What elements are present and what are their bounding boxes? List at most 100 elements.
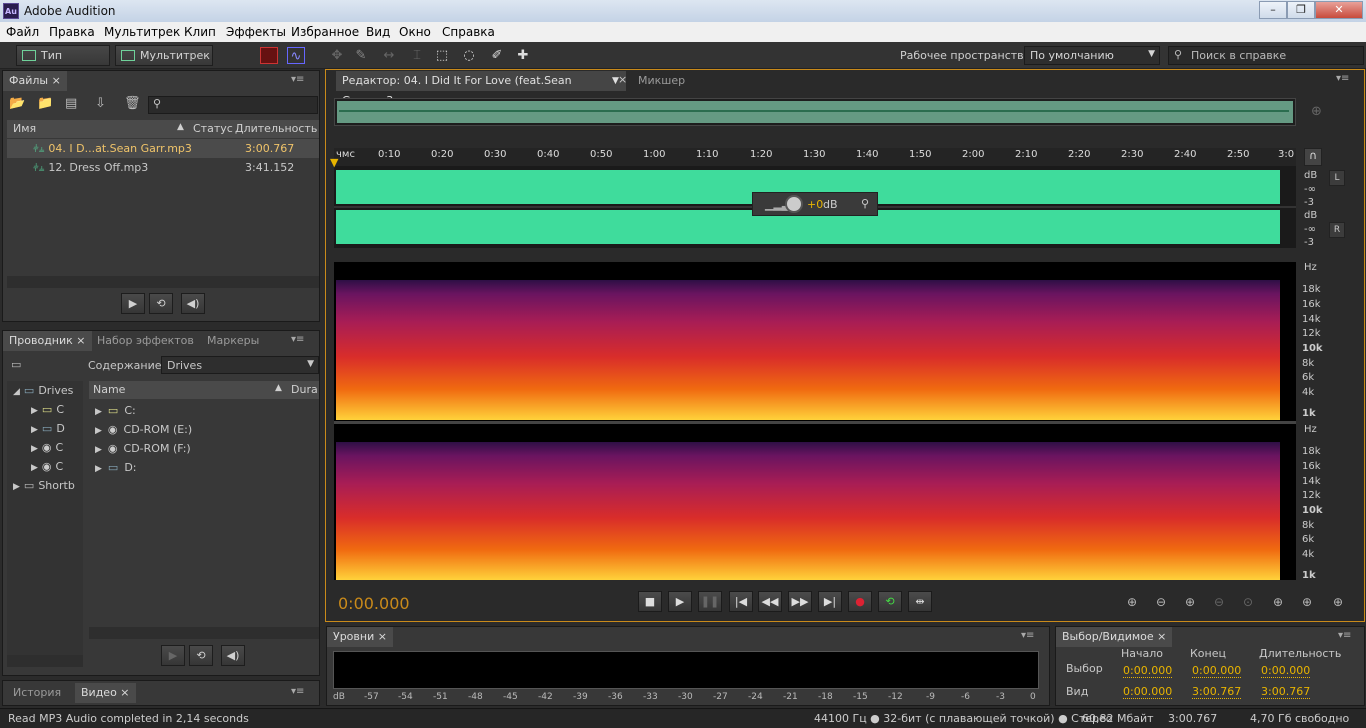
zoom-overview-icon[interactable]: ⊕ bbox=[1311, 104, 1322, 119]
tab-levels[interactable]: Уровни × bbox=[327, 627, 393, 647]
go-to-start-button[interactable]: |◀ bbox=[729, 591, 753, 612]
import-icon[interactable]: 📁 bbox=[37, 96, 53, 111]
play-button[interactable]: ▶ bbox=[668, 591, 692, 612]
menu-help[interactable]: Справка bbox=[442, 25, 495, 39]
panel-menu-icon[interactable]: ▾≡ bbox=[291, 334, 304, 345]
snap-magnet-icon[interactable]: ∩ bbox=[1304, 148, 1322, 166]
open-file-icon[interactable]: 📂 bbox=[9, 96, 25, 111]
help-search-field[interactable]: ⚲ Поиск в справке bbox=[1168, 46, 1364, 65]
tab-markers[interactable]: Маркеры bbox=[201, 331, 265, 351]
gain-knob[interactable] bbox=[785, 195, 803, 213]
go-to-end-button[interactable]: ▶| bbox=[818, 591, 842, 612]
lasso-selection-icon[interactable]: ◌ bbox=[460, 47, 478, 64]
workspace-select[interactable]: По умолчанию ▼ bbox=[1024, 46, 1160, 65]
column-duration[interactable]: Длительность bbox=[235, 122, 317, 135]
zoom-in-amplitude-icon[interactable]: ⊕ bbox=[1122, 595, 1142, 611]
move-tool-icon[interactable]: ✥ bbox=[328, 47, 346, 64]
close-tab-icon[interactable]: × bbox=[618, 73, 627, 86]
waveform-area[interactable]: ▁▂▃ +0 dB ⚲ bbox=[334, 166, 1296, 248]
view-end-value[interactable]: 3:00.767 bbox=[1192, 685, 1242, 699]
tab-selection-view[interactable]: Выбор/Видимое × bbox=[1056, 627, 1173, 647]
play-button[interactable]: ▶ bbox=[161, 645, 185, 666]
tab-video[interactable]: Видео × bbox=[75, 683, 136, 703]
slip-tool-icon[interactable]: ↔ bbox=[380, 47, 398, 64]
selection-start-value[interactable]: 0:00.000 bbox=[1123, 664, 1173, 678]
view-duration-value[interactable]: 3:00.767 bbox=[1261, 685, 1311, 699]
column-name[interactable]: Имя bbox=[13, 122, 36, 135]
fast-forward-button[interactable]: ▶▶ bbox=[788, 591, 812, 612]
selection-duration-value[interactable]: 0:00.000 bbox=[1261, 664, 1311, 678]
panel-menu-icon[interactable]: ▾≡ bbox=[291, 686, 304, 697]
loop-button[interactable]: ⟲ bbox=[149, 293, 173, 314]
save-icon[interactable]: ⇩ bbox=[95, 96, 106, 111]
zoom-selection-icon[interactable]: ⊕ bbox=[1297, 595, 1317, 611]
tab-effects-rack[interactable]: Набор эффектов bbox=[91, 331, 200, 351]
spectral-display-icon[interactable] bbox=[260, 47, 278, 64]
menu-favorites[interactable]: Избранное bbox=[291, 25, 359, 39]
current-time[interactable]: 0:00.000 bbox=[338, 594, 410, 613]
panel-menu-icon[interactable]: ▾≡ bbox=[1336, 73, 1349, 84]
playhead-marker-icon[interactable]: ▼ bbox=[330, 156, 338, 169]
column-name[interactable]: Name bbox=[93, 383, 125, 396]
horizontal-scrollbar[interactable] bbox=[89, 627, 319, 639]
menu-view[interactable]: Вид bbox=[366, 25, 390, 39]
minimize-button[interactable]: – bbox=[1259, 1, 1287, 19]
close-button[interactable]: ✕ bbox=[1315, 1, 1363, 19]
pin-icon[interactable]: ⚲ bbox=[861, 197, 869, 210]
tab-explorer[interactable]: Проводник × bbox=[3, 331, 92, 351]
record-button[interactable]: ● bbox=[848, 591, 872, 612]
column-status[interactable]: Статус bbox=[193, 122, 233, 135]
zoom-in-point-icon[interactable]: ⊕ bbox=[1268, 595, 1288, 611]
drive-row[interactable]: ▶ ◉ CD-ROM (F:) bbox=[89, 439, 319, 458]
play-button[interactable]: ▶ bbox=[121, 293, 145, 314]
tab-history[interactable]: История bbox=[7, 683, 67, 703]
tree-item[interactable]: ▶ ▭ D bbox=[7, 419, 65, 438]
menu-edit[interactable]: Правка bbox=[49, 25, 95, 39]
tree-item[interactable]: ▶ ◉ C bbox=[7, 457, 63, 476]
tab-mixer[interactable]: Микшер bbox=[632, 71, 691, 91]
zoom-channel-icon[interactable]: ⊕ bbox=[1328, 595, 1348, 611]
loop-button[interactable]: ⟲ bbox=[189, 645, 213, 666]
drive-row[interactable]: ▶ ▭ D: bbox=[89, 458, 319, 477]
pause-button[interactable]: ❚❚ bbox=[698, 591, 722, 612]
panel-menu-icon[interactable]: ▾≡ bbox=[1338, 630, 1351, 641]
selection-end-value[interactable]: 0:00.000 bbox=[1192, 664, 1242, 678]
delete-icon[interactable]: 🗑 bbox=[124, 96, 141, 111]
files-search-input[interactable]: ⚲ bbox=[148, 96, 318, 114]
menu-window[interactable]: Окно bbox=[399, 25, 431, 39]
view-start-value[interactable]: 0:00.000 bbox=[1123, 685, 1173, 699]
spectrogram-area[interactable] bbox=[334, 262, 1296, 580]
brush-selection-icon[interactable]: ✐ bbox=[488, 47, 506, 64]
drive-row[interactable]: ▶ ▭ C: bbox=[89, 401, 319, 420]
tree-item[interactable]: ▶ ▭ Shortb bbox=[7, 476, 75, 495]
spot-healing-icon[interactable]: ✚ bbox=[514, 47, 532, 64]
hud-gain-control[interactable]: ▁▂▃ +0 dB ⚲ bbox=[752, 192, 878, 216]
menu-clip[interactable]: Клип bbox=[184, 25, 216, 39]
tab-editor[interactable]: Редактор: 04. I Did It For Love (feat.Se… bbox=[336, 71, 626, 107]
waveform-view-button[interactable]: Тип сигнала bbox=[16, 45, 110, 81]
razor-tool-icon[interactable]: ✎ bbox=[352, 47, 370, 64]
file-row[interactable]: ⫩⫨ 04. I D...at.Sean Garr.mp3 3:00.767 bbox=[7, 139, 319, 158]
zoom-out-time-icon[interactable]: ⊖ bbox=[1209, 595, 1229, 611]
marquee-selection-icon[interactable]: ⬚ bbox=[433, 47, 451, 64]
overview-range[interactable] bbox=[337, 101, 1293, 123]
autoplay-button[interactable]: ◀) bbox=[181, 293, 205, 314]
zoom-out-amplitude-icon[interactable]: ⊖ bbox=[1151, 595, 1171, 611]
content-select[interactable]: Drives ▼ bbox=[161, 356, 319, 374]
channel-left-button[interactable]: L bbox=[1329, 170, 1345, 186]
waveform-display-icon[interactable]: ∿ bbox=[287, 47, 305, 64]
overview-bar[interactable] bbox=[334, 98, 1296, 126]
file-row[interactable]: ⫩⫨ 12. Dress Off.mp3 3:41.152 bbox=[7, 158, 319, 177]
horizontal-scrollbar[interactable] bbox=[7, 276, 319, 288]
tree-item[interactable]: ▶ ▭ C bbox=[7, 400, 64, 419]
loop-playback-button[interactable]: ⟲ bbox=[878, 591, 902, 612]
menu-file[interactable]: Файл bbox=[6, 25, 39, 39]
zoom-out-full-icon[interactable]: ⊙ bbox=[1238, 595, 1258, 611]
autoplay-button[interactable]: ◀) bbox=[221, 645, 245, 666]
drive-row[interactable]: ▶ ◉ CD-ROM (E:) bbox=[89, 420, 319, 439]
rewind-button[interactable]: ◀◀ bbox=[758, 591, 782, 612]
menu-multitrack[interactable]: Мультитрек bbox=[104, 25, 180, 39]
menu-effects[interactable]: Эффекты bbox=[226, 25, 286, 39]
zoom-in-time-icon[interactable]: ⊕ bbox=[1180, 595, 1200, 611]
time-selection-icon[interactable]: ⌶ bbox=[408, 47, 426, 64]
